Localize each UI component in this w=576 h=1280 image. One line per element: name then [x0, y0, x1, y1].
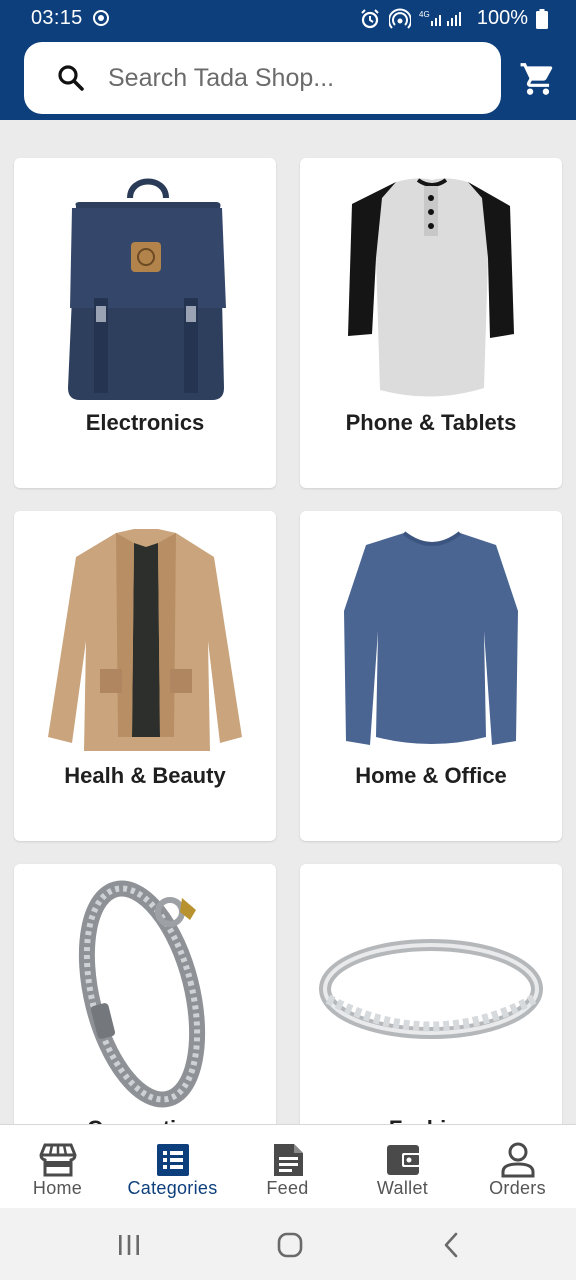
category-card[interactable]: Computing — [14, 864, 276, 1124]
recent-apps-icon[interactable] — [109, 1232, 149, 1258]
battery-level: 100% — [476, 7, 528, 29]
bottom-nav: Home Categories Feed Wallet Orders — [0, 1124, 576, 1208]
nav-label: Categories — [127, 1178, 218, 1198]
app-header: 03:15 4G 100% Search Tada Shop... — [0, 0, 576, 120]
signal-icon: 4G — [419, 10, 461, 26]
category-card[interactable]: Home & Office — [300, 511, 562, 841]
search-bar[interactable] — [24, 42, 501, 114]
nav-item-wallet[interactable]: Wallet — [345, 1125, 460, 1209]
list-icon — [157, 1144, 189, 1176]
category-card[interactable]: Phone & Tablets — [300, 158, 562, 488]
sync-icon — [93, 10, 109, 26]
alarm-icon — [361, 8, 379, 28]
search-icon — [58, 65, 84, 91]
category-label: Electronics — [85, 410, 205, 435]
back-icon[interactable] — [431, 1232, 471, 1258]
category-label: Phone & Tablets — [345, 410, 517, 435]
document-icon — [274, 1144, 303, 1176]
category-image-ring — [319, 939, 543, 1039]
home-button-icon[interactable] — [270, 1232, 310, 1258]
cart-icon[interactable] — [519, 60, 557, 98]
nav-label: Feed — [266, 1178, 309, 1198]
nav-label: Wallet — [376, 1178, 429, 1198]
category-grid: Electronics Phone & Tablets Healh & Beau… — [0, 120, 576, 1124]
status-time: 03:15 — [31, 7, 83, 29]
category-image-bracelet — [78, 880, 206, 1108]
system-nav-bar — [0, 1208, 576, 1280]
category-card[interactable]: Electronics — [14, 158, 276, 488]
nav-item-home[interactable]: Home — [0, 1125, 115, 1209]
nav-item-feed[interactable]: Feed — [230, 1125, 345, 1209]
search-input[interactable] — [108, 60, 488, 96]
category-image-backpack — [68, 178, 226, 400]
app-root: 03:15 4G 100% Search Tada Shop... Electr… — [0, 0, 576, 1280]
category-image-long-sleeve-shirt — [344, 531, 518, 745]
store-icon — [39, 1143, 77, 1177]
status-bar: 03:15 4G 100% — [0, 0, 576, 36]
nav-label: Orders — [489, 1178, 546, 1198]
wallet-icon — [387, 1145, 421, 1175]
category-card[interactable]: Healh & Beauty — [14, 511, 276, 841]
hotspot-icon — [388, 8, 411, 29]
nav-item-orders[interactable]: Orders — [460, 1125, 575, 1209]
status-icons: 4G 100% — [359, 7, 548, 30]
category-label: Computing — [14, 1116, 276, 1124]
person-icon — [501, 1142, 535, 1178]
category-image-jacket — [48, 529, 242, 751]
category-image-raglan-shirt — [348, 178, 514, 397]
category-label: Healh & Beauty — [64, 763, 226, 788]
category-label: Fashion — [300, 1116, 562, 1124]
nav-item-categories[interactable]: Categories — [115, 1125, 230, 1209]
nav-label: Home — [32, 1178, 83, 1198]
battery-icon — [536, 8, 548, 29]
category-label: Home & Office — [355, 763, 507, 788]
network-label: 4G — [419, 10, 430, 19]
category-card[interactable]: Fashion — [300, 864, 562, 1124]
